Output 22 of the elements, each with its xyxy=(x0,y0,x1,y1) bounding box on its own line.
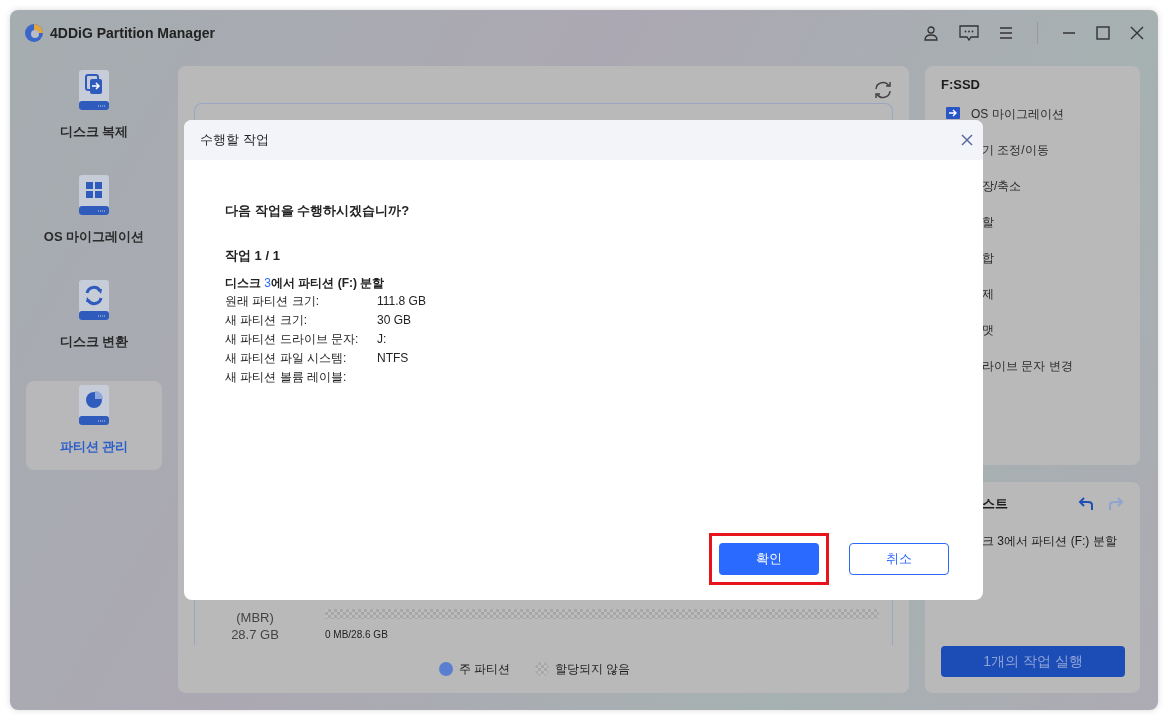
usage-text: 0 MB/28.6 GB xyxy=(325,629,389,640)
panel-title: F:SSD xyxy=(941,77,981,92)
progress-text: 작업 1 / 1 xyxy=(225,247,281,265)
question-text: 다음 작업을 수행하시겠습니까? xyxy=(225,202,411,220)
detail-label: 원래 파티션 크기: xyxy=(225,293,320,310)
dialog-title: 수행할 작업 xyxy=(200,131,269,149)
app-title: 4DDiG Partition Manager xyxy=(50,24,215,41)
detail-value: NTFS xyxy=(377,350,410,367)
operation-title: 디스크 3에서 파티션 (F:) 분할 xyxy=(225,275,386,292)
detail-value: 111.8 GB xyxy=(377,293,426,310)
detail-label: 새 파티션 볼륨 레이블: xyxy=(225,369,348,386)
partition-style: (MBR) xyxy=(236,609,274,626)
detail-value: 30 GB xyxy=(377,312,413,329)
pending-operation: 크 3에서 파티션 (F:) 분할 xyxy=(981,533,1118,550)
legend-label: 할당되지 않음 xyxy=(554,660,630,678)
detail-value: J: xyxy=(377,331,388,348)
disk-size: 28.7 GB xyxy=(231,626,279,643)
detail-label: 새 파티션 크기: xyxy=(225,312,308,329)
legend-label: 주 파티션 xyxy=(459,660,511,678)
panel-title: 스트 xyxy=(982,495,1008,513)
detail-label: 새 파티션 드라이브 문자: xyxy=(225,331,360,348)
detail-label: 새 파티션 파일 시스템: xyxy=(225,350,348,367)
